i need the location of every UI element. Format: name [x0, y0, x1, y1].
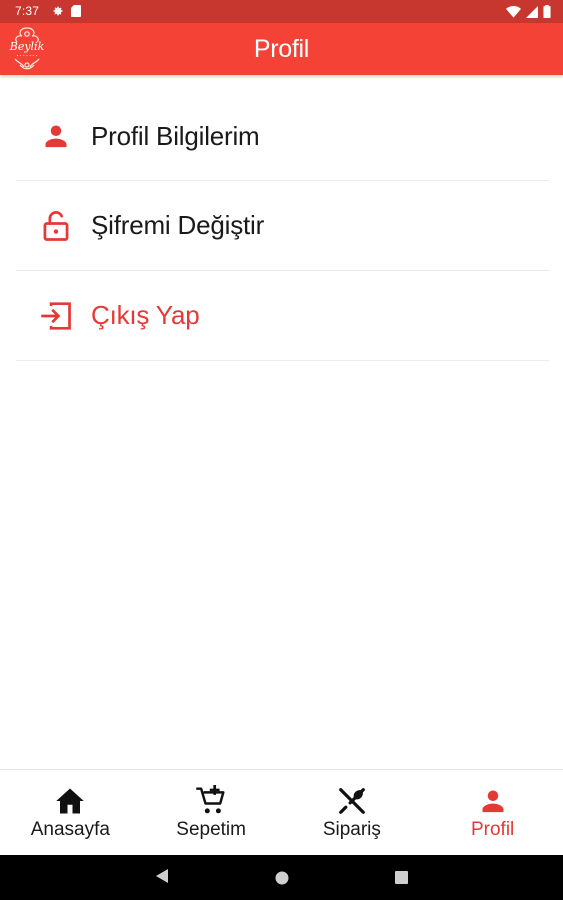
status-bar: 7:37 [0, 0, 563, 23]
menu-item-profile-info[interactable]: Profil Bilgilerim [16, 92, 549, 181]
logout-icon [40, 300, 72, 332]
nav-label: Anasayfa [30, 819, 110, 840]
status-time: 7:37 [15, 4, 40, 18]
app-bar: Beylik • • • • • • • Profil [0, 23, 563, 75]
wifi-icon [506, 5, 521, 21]
person-icon [479, 786, 507, 816]
gear-icon [52, 5, 64, 20]
nav-label: Sipariş [322, 819, 381, 840]
lock-icon [40, 210, 72, 242]
nav-item-home[interactable]: Anasayfa [0, 770, 141, 856]
recents-icon[interactable] [395, 871, 408, 889]
nav-item-profile[interactable]: Profil [422, 770, 563, 856]
menu-item-change-password[interactable]: Şifremi Değiştir [16, 181, 549, 271]
menu-item-label: Çıkış Yap [91, 300, 200, 330]
signal-icon [526, 5, 538, 21]
person-icon [40, 120, 72, 152]
back-icon[interactable] [155, 868, 169, 889]
utensils-icon [337, 786, 367, 816]
system-nav-bar [0, 855, 563, 900]
bottom-nav: Anasayfa Sepetim Sipariş Profil [0, 769, 563, 856]
nav-label: Sepetim [176, 819, 246, 840]
nav-item-cart[interactable]: Sepetim [141, 770, 282, 856]
battery-icon [543, 5, 551, 21]
status-left-icons [52, 5, 81, 20]
profile-menu: Profil Bilgilerim Şifremi Değiştir Çıkış… [16, 92, 549, 361]
nav-item-orders[interactable]: Sipariş [282, 770, 423, 856]
menu-item-label: Profil Bilgilerim [91, 120, 260, 151]
menu-item-logout[interactable]: Çıkış Yap [16, 271, 549, 361]
menu-item-label: Şifremi Değiştir [91, 210, 265, 240]
home-icon [55, 786, 85, 816]
nav-label: Profil [470, 819, 515, 840]
home-circle-icon[interactable] [275, 871, 289, 890]
app-screen: 7:37 Beylik • • • • • • • Profil Profil … [0, 0, 563, 900]
status-right-icons [506, 5, 551, 21]
page-title: Profil [253, 35, 310, 63]
cart-add-icon [195, 785, 227, 816]
sd-card-icon [71, 5, 81, 20]
